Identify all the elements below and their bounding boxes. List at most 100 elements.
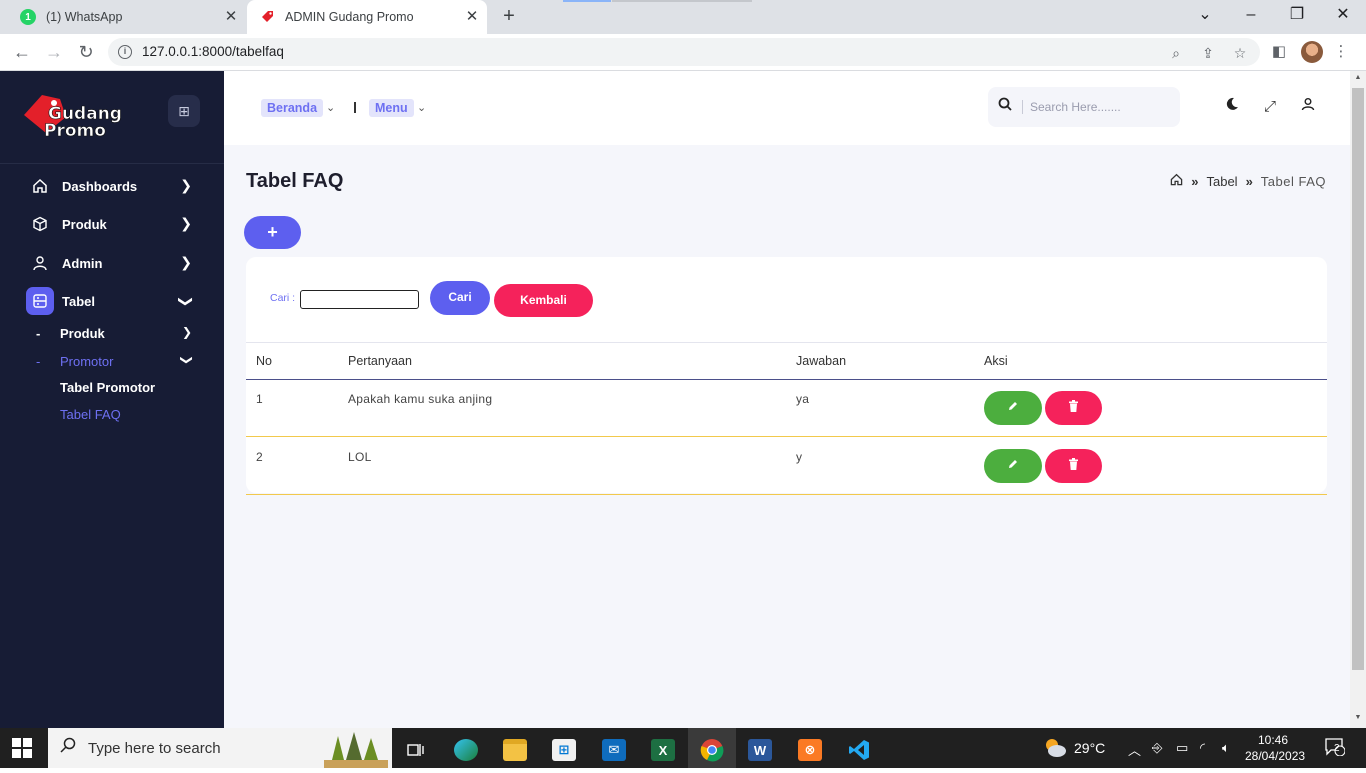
sidebar-divider (0, 163, 224, 164)
delete-button[interactable] (1045, 449, 1102, 483)
weather-temperature[interactable]: 29°C (1074, 740, 1105, 756)
search-separator (1022, 100, 1023, 114)
sidebar-item-label: Dashboards (62, 178, 138, 194)
sidebar-item-produk[interactable]: Produk ❯ (26, 209, 200, 239)
scroll-down-icon[interactable]: ▼ (1354, 714, 1362, 721)
profile-avatar[interactable] (1301, 41, 1323, 63)
search-input[interactable] (1030, 97, 1170, 117)
taskbar-search-box[interactable]: Type here to search (48, 728, 392, 768)
sidebar-subitem-produk[interactable]: - Produk ❯ (36, 322, 200, 344)
search-button[interactable]: Cari (430, 281, 490, 315)
sidebar-link-tabel-promotor[interactable]: Tabel Promotor (60, 380, 155, 395)
volume-icon[interactable]: 🔈︎ (1222, 740, 1230, 756)
double-chevron-right-icon: » (1191, 173, 1199, 189)
sidebar-item-admin[interactable]: Admin ❯ (26, 248, 200, 278)
taskbar-clock[interactable]: 10:46 28/04/2023 (1245, 732, 1305, 764)
show-hidden-icons-chevron-icon[interactable]: ︿ (1128, 740, 1141, 759)
fullscreen-expand-icon[interactable]: ⤢ (1259, 96, 1281, 118)
zoom-icon[interactable]: ⌕ (1166, 43, 1186, 63)
windows-start-icon[interactable] (12, 738, 34, 760)
delete-button[interactable] (1045, 391, 1102, 425)
menu-dropdown[interactable]: Menu (369, 99, 414, 117)
task-view-icon[interactable] (398, 732, 434, 768)
battery-icon[interactable]: ▭ (1176, 740, 1188, 756)
xampp-icon[interactable]: ⊗ (792, 732, 828, 768)
box-icon (26, 210, 54, 238)
url-text[interactable]: 127.0.0.1:8000/tabelfaq (142, 44, 284, 59)
back-icon[interactable]: ← (10, 40, 34, 64)
page-scrollbar[interactable]: ▲ ▼ (1350, 71, 1366, 728)
close-tab-icon[interactable]: ✕ (222, 8, 240, 26)
vscode-icon[interactable] (841, 732, 877, 768)
sidebar: Gudang Promo ⊞ Dashboards ❯ Produk ❯ Adm… (0, 71, 224, 728)
cell-pertanyaan: LOL (348, 450, 372, 464)
sidebar-item-tabel[interactable]: Tabel ❯ (26, 286, 200, 316)
clock-time: 10:46 (1257, 733, 1289, 747)
pencil-icon (1007, 400, 1019, 415)
new-tab-button[interactable]: + (498, 6, 520, 28)
file-explorer-icon[interactable] (497, 732, 533, 768)
edit-button[interactable] (984, 449, 1042, 483)
breadcrumb-home-icon[interactable] (1170, 173, 1183, 189)
grid-menu-button[interactable]: ⊞ (168, 95, 200, 127)
pencil-icon (1007, 458, 1019, 473)
restore-icon[interactable]: ❐ (1284, 4, 1310, 26)
microsoft-store-icon[interactable]: ⊞ (546, 732, 582, 768)
back-button[interactable]: Kembali (494, 284, 593, 317)
weather-cloud-icon[interactable] (1042, 736, 1068, 765)
wifi-icon[interactable]: ◜ (1200, 740, 1205, 756)
search-icon[interactable] (998, 97, 1016, 115)
minimize-icon[interactable]: – (1238, 4, 1264, 26)
browser-toolbar: ← → ↻ i 127.0.0.1:8000/tabelfaq ⌕ ⇪ ☆ ◧ … (0, 34, 1366, 71)
gudang-promo-logo[interactable]: Gudang Promo (22, 91, 132, 141)
sidebar-subitem-promotor[interactable]: - Promotor ❯ (36, 350, 200, 372)
forward-icon[interactable]: → (42, 40, 66, 64)
dash-bullet: - (36, 353, 41, 369)
network-device-icon[interactable]: ⎆ (1152, 740, 1162, 756)
word-icon[interactable]: W (742, 732, 778, 768)
user-icon (26, 249, 54, 277)
notification-count: 2 (1334, 743, 1340, 754)
side-panel-icon[interactable]: ◧ (1268, 41, 1290, 63)
scroll-up-icon[interactable]: ▲ (1354, 74, 1362, 81)
chevron-down-icon[interactable]: ⌄ (417, 99, 426, 117)
excel-icon[interactable]: X (645, 732, 681, 768)
add-faq-button[interactable]: + (244, 216, 301, 249)
reload-icon[interactable]: ↻ (74, 40, 98, 64)
chevron-right-icon: ❯ (180, 254, 192, 270)
dark-mode-moon-icon[interactable] (1221, 96, 1243, 118)
cell-no: 2 (256, 450, 263, 464)
scrollbar-thumb[interactable] (1352, 88, 1364, 670)
tab-search-chevron-icon[interactable]: ⌄ (1192, 4, 1218, 26)
table-icon (26, 287, 54, 315)
tab-admin-gudang-promo[interactable]: ADMIN Gudang Promo ✕ (247, 0, 487, 34)
address-bar[interactable]: i 127.0.0.1:8000/tabelfaq ⌕ ⇪ ☆ (108, 38, 1260, 66)
whatsapp-icon: 1 (20, 9, 36, 25)
notification-center-icon[interactable]: 2 (1324, 738, 1346, 758)
column-header-aksi: Aksi (984, 354, 1008, 368)
faq-search-input[interactable] (300, 290, 419, 309)
chevron-down-icon: ❯ (179, 354, 194, 366)
tab-whatsapp[interactable]: 1 (1) WhatsApp ✕ (8, 0, 246, 34)
close-window-icon[interactable]: ✕ (1330, 4, 1356, 26)
chevron-down-icon[interactable]: ⌄ (326, 99, 335, 117)
share-icon[interactable]: ⇪ (1198, 43, 1218, 63)
chrome-browser-icon[interactable] (694, 732, 730, 768)
beranda-dropdown[interactable]: Beranda (261, 99, 324, 117)
sidebar-item-dashboards[interactable]: Dashboards ❯ (26, 171, 200, 201)
tab-strip-indicator (563, 0, 611, 2)
more-options-icon[interactable]: ⋮ (1330, 41, 1352, 63)
main-content: Tabel FAQ » Tabel » Tabel FAQ + Cari : C… (224, 145, 1350, 728)
breadcrumb-tabel[interactable]: Tabel (1206, 174, 1237, 189)
sidebar-link-tabel-faq[interactable]: Tabel FAQ (60, 407, 121, 422)
close-tab-icon[interactable]: ✕ (463, 8, 481, 26)
mail-icon[interactable]: ✉ (596, 732, 632, 768)
user-profile-icon[interactable] (1297, 96, 1319, 118)
site-info-icon[interactable]: i (118, 45, 132, 59)
column-header-jawaban: Jawaban (796, 354, 847, 368)
gudang-promo-favicon-icon (259, 9, 275, 25)
search-label: Cari : (270, 292, 296, 304)
edit-button[interactable] (984, 391, 1042, 425)
bookmark-star-icon[interactable]: ☆ (1230, 43, 1250, 63)
edge-browser-icon[interactable] (448, 732, 484, 768)
